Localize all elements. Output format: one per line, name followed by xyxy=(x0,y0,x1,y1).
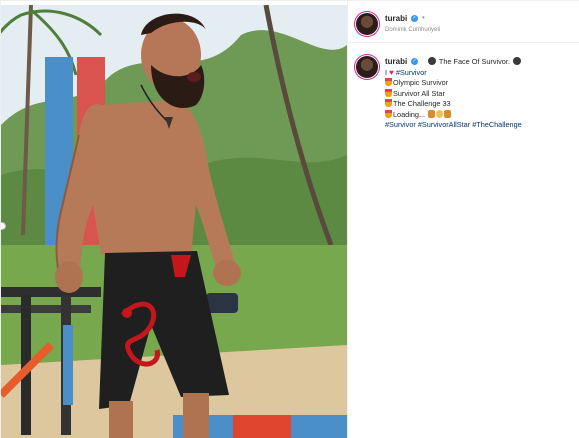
hashtag-link[interactable]: #Survivor xyxy=(385,120,416,129)
caption-line-text: Olympic Survivor xyxy=(393,78,449,87)
username-link[interactable]: turabi xyxy=(385,14,407,23)
verified-badge-icon: ✓ xyxy=(411,15,418,22)
caption-headline: The Face Of Survivor. xyxy=(438,57,510,66)
header-dot-separator: • xyxy=(422,13,425,22)
dark-face-emoji-icon xyxy=(512,57,521,65)
caption-line: Loading... xyxy=(385,109,575,121)
post-photo[interactable] xyxy=(1,5,347,438)
caption-hashtags: #Survivor #SurvivorAllStar #TheChallenge xyxy=(385,120,575,131)
avatar[interactable] xyxy=(356,13,378,35)
caption-text: The Face Of Survivor. I ♥ #Survivor Olym… xyxy=(385,57,575,131)
post-sidebar: turabi ✓ • Dominik Cumhuriyeti turabi ✓ … xyxy=(347,1,579,438)
location-link[interactable]: Dominik Cumhuriyeti xyxy=(385,27,440,33)
caption-line-text: Loading... xyxy=(393,109,426,119)
post-header: turabi ✓ • Dominik Cumhuriyeti xyxy=(348,5,579,43)
caption-line: Survivor All Star xyxy=(385,88,575,100)
medal-icon xyxy=(385,88,392,97)
caption-line-text: The Challenge 33 xyxy=(393,99,451,108)
caption-avatar[interactable] xyxy=(356,56,378,78)
medal-icon xyxy=(385,109,392,118)
medal-icon xyxy=(385,78,392,86)
face-emoji-icon xyxy=(436,109,444,118)
survivor-athlete-photo xyxy=(1,5,347,438)
caption-line: Olympic Survivor xyxy=(385,78,575,89)
caption-line-text: Survivor All Star xyxy=(393,88,445,98)
medal-icon xyxy=(385,99,392,107)
hashtag-link[interactable]: #TheChallenge xyxy=(472,120,522,129)
hashtag-link[interactable]: #Survivor xyxy=(396,68,427,77)
caption-line: The Challenge 33 xyxy=(385,99,575,110)
person-emoji-icon xyxy=(444,109,452,118)
caption-headline-line: The Face Of Survivor. xyxy=(385,57,575,68)
red-heart-icon: ♥ xyxy=(389,67,394,77)
person-emoji-icon xyxy=(428,109,436,118)
instagram-post-frame: turabi ✓ • Dominik Cumhuriyeti turabi ✓ … xyxy=(0,0,579,438)
caption-survivor-line: I ♥ #Survivor xyxy=(385,68,575,79)
dark-face-emoji-icon xyxy=(428,57,436,65)
hashtag-link[interactable]: #SurvivorAllStar xyxy=(418,120,470,129)
caption-line-prefix: I xyxy=(385,67,388,77)
